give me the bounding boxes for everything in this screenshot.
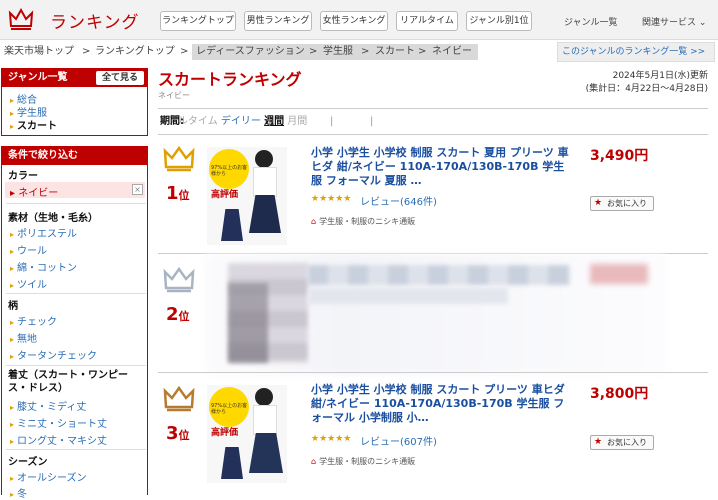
material-label: 素材（生地・毛糸） [8,213,98,224]
product-image-3[interactable]: 97%以上のお客様から 高評価 [207,385,287,483]
tab-monthly[interactable]: 月間 [287,116,307,127]
filter-heading: 条件で絞り込む [2,147,147,165]
pattern-tartan[interactable]: タータンチェック [10,347,97,362]
material-polyester[interactable]: ポリエステル [10,225,77,240]
nav-male-ranking[interactable]: 男性ランキング [244,11,312,31]
pattern-plain[interactable]: 無地 [10,330,37,345]
genre-box: ジャンル一覧 全て見る 総合 学生服 スカート [1,68,148,136]
pattern-label: 柄 [8,301,18,312]
silver-crown-icon [163,266,195,293]
review-link-3[interactable]: レビュー(607件) [360,433,437,448]
nav-realtime[interactable]: リアルタイム [396,11,458,31]
crumb-ranking-top[interactable]: ランキングトップ [95,41,175,63]
material-wool[interactable]: ウール [10,242,47,257]
rank-2: 2位 [166,304,190,325]
rank-3: 3位 [166,423,190,444]
pattern-check[interactable]: チェック [10,313,57,328]
crumb-ladies[interactable]: レディースファッション [196,41,305,63]
related-services-menu[interactable]: 関連サービス ⌄ [642,15,706,28]
crumb-uniform[interactable]: 学生服 [323,41,353,63]
material-cotton[interactable]: 綿・コットン [10,259,77,274]
length-knee[interactable]: 膝丈・ミディ丈 [10,398,86,413]
page-title: スカートランキング [158,70,302,89]
tab-daily[interactable]: デイリー [221,116,261,127]
bronze-crown-icon [163,385,195,412]
color-navy-filter[interactable]: ▸ ネイビー [10,184,58,199]
show-all-button[interactable]: 全て見る [96,71,144,85]
review-link-1[interactable]: レビュー(646件) [360,193,437,208]
product-image-1[interactable]: 97%以上のお客様から 高評価 [207,147,287,245]
update-date: 2024年5月1日(水)更新 (集計日：4月22日〜4月28日) [585,71,708,94]
genre-list-link[interactable]: ジャンル一覧 [564,15,618,28]
crumb-skirt[interactable]: スカート [375,41,415,63]
genre-ranking-list-link[interactable]: このジャンルのランキング一覧 >> [557,42,715,62]
nav-ranking-top[interactable]: ランキングトップ [160,11,236,31]
genre-skirt[interactable]: スカート [10,117,57,132]
rank-1: 1位 [166,183,190,204]
rating-stars-1: ★★★★★ [311,194,352,204]
shop-link-1[interactable]: 学生服・制服のニシキ通販 [311,216,415,227]
period-label: 期間: [160,116,184,127]
price-3: 3,800円 [590,386,649,402]
period-tabs: 期間: リアルタイム | デイリー | 週間 | 月間 [158,108,708,135]
clear-filter-icon[interactable]: × [132,184,143,195]
length-label: 着丈（スカート・ワンピース・ドレス） [8,370,128,394]
rating-stars-3: ★★★★★ [311,434,352,444]
season-all[interactable]: オールシーズン [10,469,87,484]
crumb-rakuten-top[interactable]: 楽天市場トップ [4,41,74,63]
crumb-navy: ネイビー [432,46,472,57]
color-label: カラー [8,171,38,182]
page-subtitle: ネイビー [158,91,190,100]
brand-title[interactable]: ランキング [50,8,140,33]
material-twill[interactable]: ツイル [10,276,47,291]
top-header: ランキング ランキングトップ 男性ランキング 女性ランキング リアルタイム ジャ… [0,0,718,40]
sidebar: ジャンル一覧 全て見る 総合 学生服 スカート 条件で絞り込む カラー ▸ ネイ… [0,68,150,500]
length-mini[interactable]: ミニ丈・ショート丈 [10,415,107,430]
gold-crown-icon [163,145,195,172]
shop-link-3[interactable]: 学生服・制服のニシキ通販 [311,456,415,467]
nav-genre-first[interactable]: ジャンル別1位 [466,11,532,31]
length-long[interactable]: ロング丈・マキシ丈 [10,432,107,447]
nav-female-ranking[interactable]: 女性ランキング [320,11,388,31]
season-winter[interactable]: 冬 [10,485,27,500]
season-label: シーズン [8,457,48,468]
price-1: 3,490円 [590,148,649,164]
product-title-1[interactable]: 小学 小学生 小学校 制服 スカート 夏用 プリーツ 車ヒダ 紺/ネイビー 11… [311,146,571,188]
filter-box: 条件で絞り込む カラー ▸ ネイビー × 素材（生地・毛糸） ポリエステル ウー… [1,146,148,500]
favorite-button-1[interactable]: お気に入り [590,196,654,211]
crown-logo-icon[interactable] [8,6,34,32]
favorite-button-3[interactable]: お気に入り [590,435,654,450]
product-title-3[interactable]: 小学 小学生 小学校 制服 スカート プリーツ 車ヒダ 紺/ネイビー 110A-… [311,383,571,425]
